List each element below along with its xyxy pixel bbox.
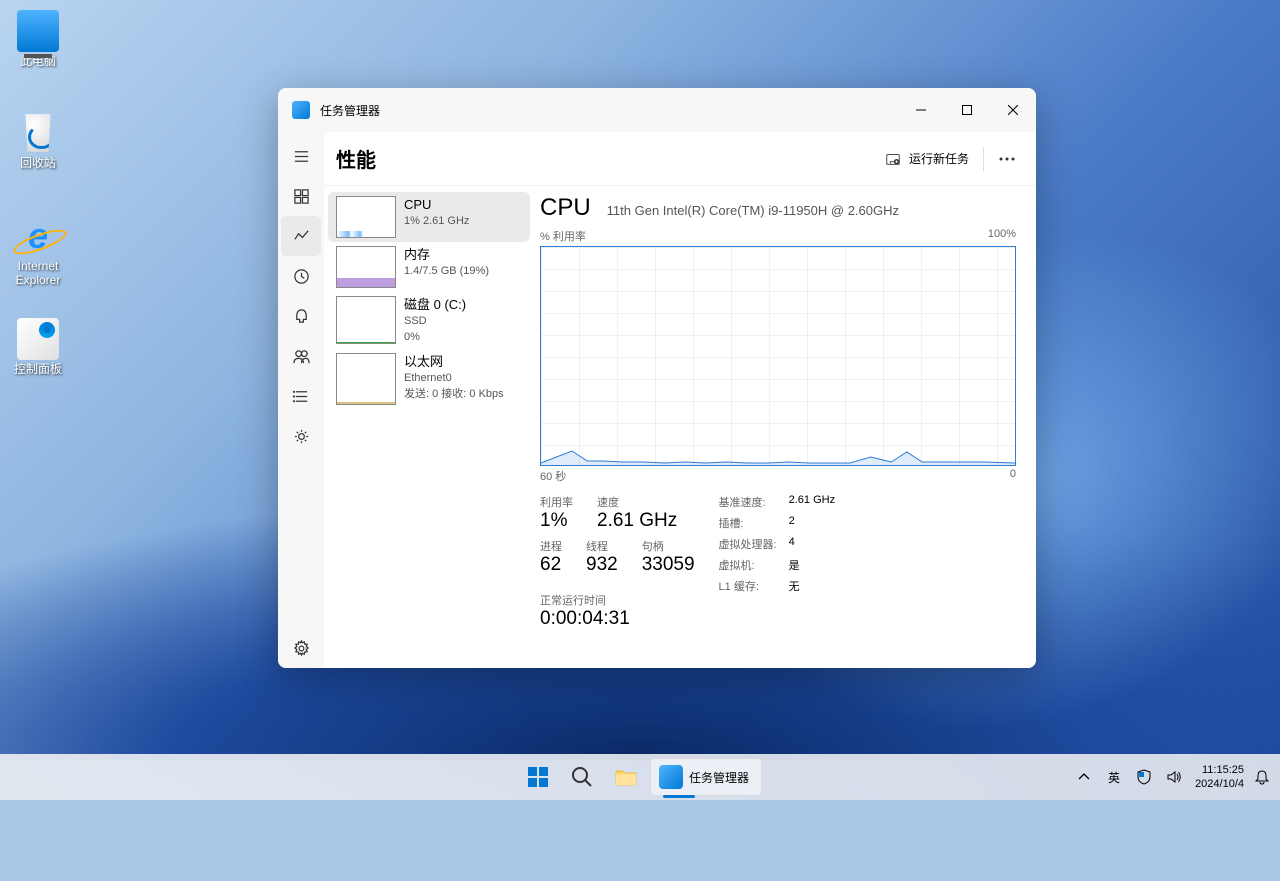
app-icon bbox=[292, 101, 310, 119]
chevron-up-icon bbox=[1076, 769, 1092, 785]
tray-volume-icon[interactable] bbox=[1159, 757, 1189, 797]
tray-security-icon[interactable] bbox=[1129, 757, 1159, 797]
divider bbox=[983, 147, 984, 171]
desktop-icon-internet-explorer[interactable]: Internet Explorer bbox=[0, 215, 76, 288]
tray-clock[interactable]: 11:15:25 2024/10/4 bbox=[1189, 763, 1250, 792]
recycle-bin-icon bbox=[17, 112, 59, 154]
task-manager-icon bbox=[659, 765, 683, 789]
perf-item-sub: 1.4/7.5 GB (19%) bbox=[404, 264, 489, 279]
chart-xleft: 60 秒 bbox=[540, 468, 566, 484]
taskbar-task-manager[interactable]: 任务管理器 bbox=[650, 758, 762, 796]
clock-time: 11:15:25 bbox=[1202, 763, 1244, 777]
detail-title: CPU bbox=[540, 194, 591, 222]
performance-sidebar: CPU 1% 2.61 GHz 内存 1.4/7.5 GB (19%) bbox=[324, 186, 534, 668]
folder-icon bbox=[614, 765, 638, 789]
memory-thumbnail-chart bbox=[336, 246, 396, 288]
taskbar: 任务管理器 英 11:15:25 2024/10/4 bbox=[0, 754, 1280, 800]
search-icon bbox=[570, 765, 594, 789]
bell-icon bbox=[1254, 769, 1270, 785]
task-manager-window: 任务管理器 性能 运行新任务 bbox=[278, 88, 1036, 668]
clock-date: 2024/10/4 bbox=[1195, 777, 1244, 791]
stat-utilization: 利用率 1% bbox=[540, 494, 573, 532]
speaker-icon bbox=[1166, 769, 1182, 785]
stat-handles: 句柄 33059 bbox=[642, 538, 695, 576]
disk-thumbnail-chart bbox=[336, 296, 396, 344]
chart-line bbox=[541, 445, 1015, 465]
perf-item-ethernet[interactable]: 以太网 Ethernet0 发送: 0 接收: 0 Kbps bbox=[328, 349, 530, 409]
control-panel-icon bbox=[17, 318, 59, 360]
nav-rail bbox=[278, 132, 324, 668]
nav-settings[interactable] bbox=[281, 628, 321, 668]
perf-item-name: 内存 bbox=[404, 246, 489, 264]
desktop-icon-recycle-bin[interactable]: 回收站 bbox=[0, 112, 76, 170]
run-new-task-label: 运行新任务 bbox=[909, 150, 969, 167]
nav-performance[interactable] bbox=[281, 216, 321, 256]
page-title: 性能 bbox=[336, 144, 376, 173]
window-title: 任务管理器 bbox=[320, 102, 380, 119]
taskbar-search-button[interactable] bbox=[562, 757, 602, 797]
minimize-button[interactable] bbox=[898, 88, 944, 132]
perf-item-name: CPU bbox=[404, 196, 469, 214]
desktop-icon-label: 控制面板 bbox=[0, 362, 76, 376]
monitor-icon bbox=[17, 10, 59, 52]
tray-show-hidden-icons[interactable] bbox=[1069, 757, 1099, 797]
desktop-icon-control-panel[interactable]: 控制面板 bbox=[0, 318, 76, 376]
nav-details[interactable] bbox=[281, 376, 321, 416]
nav-startup-apps[interactable] bbox=[281, 296, 321, 336]
perf-item-disk[interactable]: 磁盘 0 (C:) SSD 0% bbox=[328, 292, 530, 349]
perf-item-name: 以太网 bbox=[404, 353, 504, 371]
start-button[interactable] bbox=[518, 757, 558, 797]
chart-ymax: 100% bbox=[988, 228, 1016, 244]
nav-processes[interactable] bbox=[281, 176, 321, 216]
tray-ime-indicator[interactable]: 英 bbox=[1099, 757, 1129, 797]
performance-detail-pane: CPU 11th Gen Intel(R) Core(TM) i9-11950H… bbox=[534, 186, 1036, 668]
tray-notifications[interactable] bbox=[1250, 769, 1274, 785]
ethernet-thumbnail-chart bbox=[336, 353, 396, 405]
nav-app-history[interactable] bbox=[281, 256, 321, 296]
desktop-icon-this-pc[interactable]: 此电脑 bbox=[0, 10, 76, 68]
window-titlebar[interactable]: 任务管理器 bbox=[278, 88, 1036, 132]
taskbar-file-explorer[interactable] bbox=[606, 757, 646, 797]
perf-item-sub: Ethernet0 bbox=[404, 371, 504, 386]
stat-processes: 进程 62 bbox=[540, 538, 562, 576]
nav-users[interactable] bbox=[281, 336, 321, 376]
more-icon bbox=[999, 157, 1015, 161]
page-header: 性能 运行新任务 bbox=[324, 132, 1036, 186]
perf-item-cpu[interactable]: CPU 1% 2.61 GHz bbox=[328, 192, 530, 242]
perf-item-sub: SSD bbox=[404, 314, 466, 329]
chart-ylabel: % 利用率 bbox=[540, 228, 586, 244]
desktop-icon-label: 回收站 bbox=[0, 156, 76, 170]
stat-uptime: 正常运行时间 0:00:04:31 bbox=[540, 592, 695, 630]
perf-item-sub2: 发送: 0 接收: 0 Kbps bbox=[404, 387, 504, 402]
cpu-model: 11th Gen Intel(R) Core(TM) i9-11950H @ 2… bbox=[607, 203, 899, 218]
stat-threads: 线程 932 bbox=[586, 538, 618, 576]
close-button[interactable] bbox=[990, 88, 1036, 132]
stat-speed: 速度 2.61 GHz bbox=[597, 494, 677, 532]
run-new-task-button[interactable]: 运行新任务 bbox=[877, 144, 977, 173]
nav-hamburger-button[interactable] bbox=[281, 136, 321, 176]
perf-item-memory[interactable]: 内存 1.4/7.5 GB (19%) bbox=[328, 242, 530, 292]
perf-item-sub2: 0% bbox=[404, 330, 466, 345]
cpu-thumbnail-chart bbox=[336, 196, 396, 238]
cpu-spec-table: 基准速度:2.61 GHz 插槽:2 虚拟处理器:4 虚拟机:是 L1 缓存:无 bbox=[719, 494, 836, 630]
perf-item-name: 磁盘 0 (C:) bbox=[404, 296, 466, 314]
windows-logo-icon bbox=[526, 765, 550, 789]
more-options-button[interactable] bbox=[990, 144, 1024, 174]
nav-services[interactable] bbox=[281, 416, 321, 456]
maximize-button[interactable] bbox=[944, 88, 990, 132]
chart-xright: 0 bbox=[1010, 468, 1016, 484]
chart-grid bbox=[541, 247, 1015, 465]
taskbar-app-label: 任务管理器 bbox=[689, 769, 749, 786]
perf-item-sub: 1% 2.61 GHz bbox=[404, 214, 469, 229]
shield-icon bbox=[1136, 769, 1152, 785]
cpu-utilization-chart bbox=[540, 246, 1016, 466]
ie-icon bbox=[17, 215, 59, 257]
desktop-icon-label: Internet Explorer bbox=[0, 259, 76, 288]
run-task-icon bbox=[885, 151, 901, 167]
